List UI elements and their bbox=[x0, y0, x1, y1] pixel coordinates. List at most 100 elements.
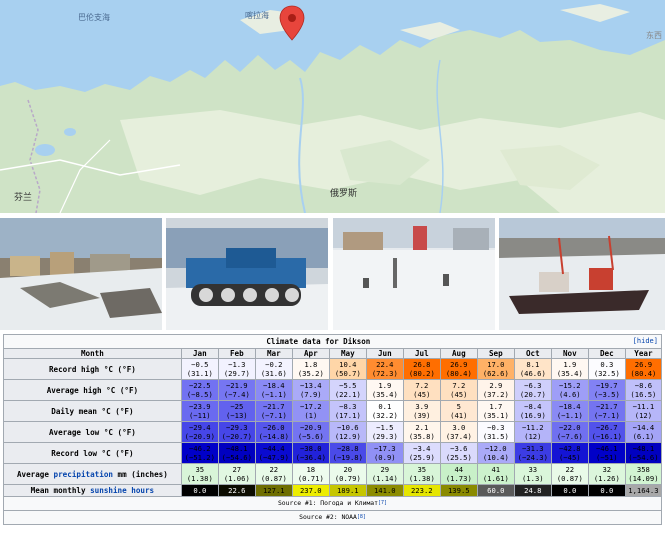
town-view-photo[interactable] bbox=[0, 218, 162, 330]
cell-value-alt: (1.38) bbox=[186, 474, 213, 483]
row-label: Average low °C (°F) bbox=[3, 421, 182, 443]
row-label-prefix: Average bbox=[16, 469, 54, 479]
map-view[interactable]: 巴伦支海 喀拉海 芬兰 俄罗斯 东西 bbox=[0, 0, 665, 214]
cell-value: 33 bbox=[528, 465, 538, 474]
climate-cell: 24.8 bbox=[513, 484, 552, 497]
cell-value: 7.2 bbox=[415, 381, 429, 390]
cell-value-alt: (41) bbox=[450, 411, 468, 420]
climate-cell: 35 (1.38) bbox=[402, 463, 441, 485]
cell-value: −42.8 bbox=[558, 444, 581, 453]
cell-value: 10.4 bbox=[339, 360, 357, 369]
row-label-suffix: mm (inches) bbox=[112, 469, 168, 479]
cell-value: −12.0 bbox=[484, 444, 507, 453]
climate-cell: −28.8 (−19.8) bbox=[328, 442, 367, 464]
cell-value-alt: (80.4) bbox=[445, 369, 472, 378]
source-2-prefix: Source #2: bbox=[299, 513, 342, 521]
cell-value-alt: (25.5) bbox=[445, 453, 472, 462]
cell-value-alt: (35.4) bbox=[371, 390, 398, 399]
cell-value-alt: (1.73) bbox=[445, 474, 472, 483]
cell-value-alt: (80.4) bbox=[630, 369, 657, 378]
snowy-square-photo[interactable] bbox=[333, 218, 495, 330]
cell-value-alt: (31.5) bbox=[482, 432, 509, 441]
port-ships-photo[interactable] bbox=[499, 218, 665, 330]
cell-value-alt: (80.2) bbox=[408, 369, 435, 378]
cell-value: −21.7 bbox=[595, 402, 618, 411]
climate-cell: −8.6 (16.5) bbox=[624, 379, 663, 401]
cell-value-alt: (−7.1) bbox=[593, 411, 620, 420]
month-header-feb: Feb bbox=[217, 348, 256, 359]
cell-value-alt: (39) bbox=[413, 411, 431, 420]
climate-cell: −18.4 (−1.1) bbox=[254, 379, 293, 401]
cell-value-alt: (−54.6) bbox=[628, 453, 659, 462]
source-1-prefix: Source #1: bbox=[277, 499, 321, 507]
climate-cell: −3.6 (25.5) bbox=[439, 442, 478, 464]
climate-cell: −14.4 (6.1) bbox=[624, 421, 663, 443]
climate-cell: −23.9 (−11) bbox=[180, 400, 219, 422]
climate-cell: 127.1 bbox=[254, 484, 293, 497]
month-header-aug: Aug bbox=[439, 348, 478, 359]
climate-cell: 17.0 (62.6) bbox=[476, 358, 515, 380]
cell-value-alt: (35.2) bbox=[297, 369, 324, 378]
climate-cell: −17.3 (0.9) bbox=[365, 442, 404, 464]
climate-cell: 0.0 bbox=[180, 484, 219, 497]
cell-value: −21.7 bbox=[262, 402, 285, 411]
cell-value: 22.4 bbox=[376, 360, 394, 369]
cell-value-alt: (10.4) bbox=[482, 453, 509, 462]
climate-row: Record high °C (°F) −0.5 (31.1) −1.3 (29.7) −… bbox=[3, 358, 663, 380]
month-header-nov: Nov bbox=[550, 348, 589, 359]
cell-value: −11.1 bbox=[632, 402, 655, 411]
climate-cell: −48.1 (−54.6) bbox=[217, 442, 256, 464]
source-2: Source #2: NOAA[8] bbox=[3, 510, 662, 525]
climate-row: Record low °C (°F) −46.2 (−51.2) −48.1 (−54.… bbox=[3, 442, 663, 464]
source-2-ref-link[interactable]: [8] bbox=[357, 514, 366, 520]
cell-value: 1.9 bbox=[563, 360, 577, 369]
tracked-vehicle-photo[interactable] bbox=[166, 218, 328, 330]
cell-value: −22.0 bbox=[558, 423, 581, 432]
cell-value: 26.9 bbox=[450, 360, 468, 369]
cell-value: 26.9 bbox=[634, 360, 653, 369]
cell-value: −29.3 bbox=[225, 423, 248, 432]
cell-value-alt: (−16.1) bbox=[591, 432, 622, 441]
cell-value: −15.2 bbox=[558, 381, 581, 390]
cell-value-alt: (−13) bbox=[225, 411, 248, 420]
climate-cell: −1.5 (29.3) bbox=[365, 421, 404, 443]
cell-value: 22 bbox=[269, 465, 279, 474]
cell-value-alt: (−11) bbox=[188, 411, 211, 420]
climate-cell: −21.7 (−7.1) bbox=[587, 400, 626, 422]
cell-value-alt: (−54.6) bbox=[221, 453, 252, 462]
cell-value-alt: (14.09) bbox=[628, 474, 659, 483]
cell-value: 35 bbox=[417, 465, 427, 474]
lake-2 bbox=[64, 128, 76, 136]
row-label-link[interactable]: precipitation bbox=[54, 470, 113, 479]
source-1-ref-link[interactable]: [7] bbox=[378, 500, 387, 506]
cell-value-alt: (1.61) bbox=[482, 474, 509, 483]
cell-value-alt: (20.7) bbox=[519, 390, 546, 399]
climate-cell: 0.1 (32.2) bbox=[365, 400, 404, 422]
row-label-link[interactable]: sunshine hours bbox=[90, 486, 154, 495]
cell-value-alt: (−24.3) bbox=[517, 453, 548, 462]
climate-cell: −46.1 (−51) bbox=[587, 442, 626, 464]
hide-toggle-link[interactable]: [hide] bbox=[633, 337, 658, 346]
cell-value: 41 bbox=[491, 465, 501, 474]
climate-cell: 18 (0.71) bbox=[291, 463, 330, 485]
row-label: Record low °C (°F) bbox=[3, 442, 182, 464]
cell-value-alt: (−45) bbox=[558, 453, 581, 462]
map-label-russia: 俄罗斯 bbox=[330, 187, 357, 199]
map-canvas[interactable]: 巴伦支海 喀拉海 芬兰 俄罗斯 东西 bbox=[0, 0, 665, 214]
source-1-name: Погода и Климат bbox=[320, 499, 378, 507]
cell-value: −19.7 bbox=[595, 381, 618, 390]
month-header-oct: Oct bbox=[513, 348, 552, 359]
climate-cell: −26.0 (−14.8) bbox=[254, 421, 293, 443]
climate-cell: −21.9 (−7.4) bbox=[217, 379, 256, 401]
source-2-name: NOAA bbox=[341, 513, 357, 521]
climate-cell: 8.1 (46.6) bbox=[513, 358, 552, 380]
cell-value: −28.8 bbox=[336, 444, 359, 453]
month-header-dec: Dec bbox=[587, 348, 626, 359]
climate-cell: −1.3 (29.7) bbox=[217, 358, 256, 380]
climate-cell: −8.4 (16.9) bbox=[513, 400, 552, 422]
cell-value-alt: (1.26) bbox=[593, 474, 620, 483]
cell-value-alt: (17.1) bbox=[334, 411, 361, 420]
cell-value-alt: (1.38) bbox=[408, 474, 435, 483]
climate-cell: 1,164.3 bbox=[624, 484, 663, 497]
climate-cell: 10.4 (50.7) bbox=[328, 358, 367, 380]
